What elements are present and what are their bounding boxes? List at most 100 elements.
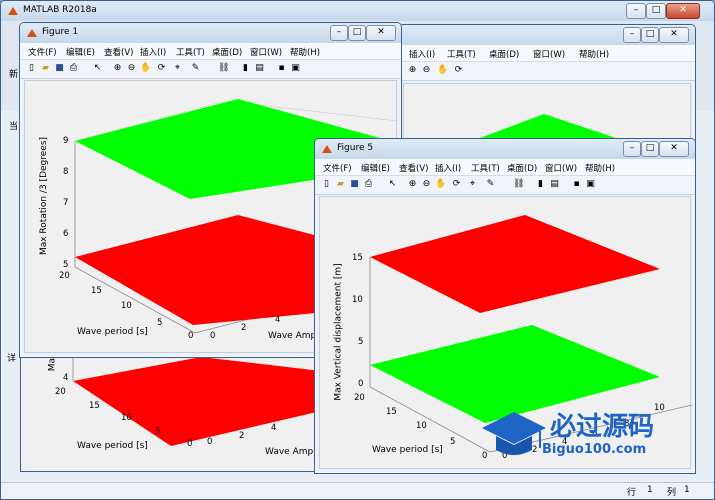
back-rotate-icon[interactable]: ⟳ <box>453 65 464 76</box>
figure1-close-button[interactable]: ✕ <box>366 25 396 41</box>
figure5-hide-tools-icon[interactable]: ▪ <box>571 179 582 190</box>
figure1-maximize-button[interactable]: □ <box>348 25 366 41</box>
figure1-title-bar: Figure 1 – □ ✕ <box>20 23 401 43</box>
figure5-menu-insert[interactable]: 插入(I) <box>435 162 461 174</box>
figure5-colorbar-icon[interactable]: ▮ <box>535 179 546 190</box>
figure1-save-icon[interactable]: ■ <box>54 63 65 74</box>
figure1-zoom-in-icon[interactable]: ⊕ <box>112 63 123 74</box>
figure5-menu-bar: 文件(F) 编辑(E) 查看(V) 插入(I) 工具(T) 桌面(D) 窗口(W… <box>315 159 695 176</box>
back-zoom-out-icon[interactable]: ⊖ <box>421 65 432 76</box>
figure1-minimize-button[interactable]: – <box>330 25 348 41</box>
back-minimize-button[interactable]: – <box>623 27 641 43</box>
figure5-pan-icon[interactable]: ✋ <box>435 179 446 190</box>
figure5-pointer-icon[interactable]: ↖ <box>387 179 398 190</box>
figure5-brush-icon[interactable]: ✎ <box>485 179 496 190</box>
figure-back-right-window: – □ ✕ 插入(I) 工具(T) 桌面(D) 窗口(W) 帮助(H) ⊕ ⊖ … <box>398 24 696 144</box>
figure1-print-icon[interactable]: ⎙ <box>68 63 79 74</box>
figure1-matlab-icon <box>26 27 38 39</box>
matlab-logo-icon <box>7 5 19 17</box>
figure-back-lower-window: 4 Max 20 15 10 5 0 Wave period [s] 0 2 4… <box>20 350 322 472</box>
figure5-ytick-5: 5 <box>358 337 364 347</box>
figure1-xtick-10: 10 <box>121 301 132 311</box>
figure1-linkplot-icon[interactable]: ⛓ <box>218 63 229 74</box>
figure1-menu-view[interactable]: 查看(V) <box>104 46 133 58</box>
figure5-close-button[interactable]: ✕ <box>659 141 689 157</box>
left-label-new: 新 <box>9 70 19 80</box>
figure5-menu-desktop[interactable]: 桌面(D) <box>507 162 537 174</box>
figure1-zlabel: Wave Ampl <box>268 331 319 341</box>
back-menu-desktop[interactable]: 桌面(D) <box>489 48 519 60</box>
main-minimize-button[interactable]: – <box>626 3 646 19</box>
figure1-ztick-2: 2 <box>241 323 247 333</box>
figure1-xtick-20: 20 <box>59 271 70 281</box>
figure1-zoom-out-icon[interactable]: ⊖ <box>126 63 137 74</box>
watermark-url: Biguo100.com <box>542 442 647 457</box>
figure1-rotate-icon[interactable]: ⟳ <box>156 63 167 74</box>
figure1-menu-tools[interactable]: 工具(T) <box>176 46 205 58</box>
main-close-button[interactable]: ✕ <box>666 3 700 19</box>
back-lower-canvas: 4 Max 20 15 10 5 0 Wave period [s] 0 2 4… <box>21 351 321 471</box>
figure1-show-tools-icon[interactable]: ▣ <box>290 63 301 74</box>
figure5-new-icon[interactable]: ▯ <box>321 179 332 190</box>
figure1-brush-icon[interactable]: ✎ <box>190 63 201 74</box>
main-maximize-button[interactable]: □ <box>646 3 666 19</box>
figure5-zoom-in-icon[interactable]: ⊕ <box>407 179 418 190</box>
figure1-xlabel: Wave period [s] <box>77 327 148 337</box>
figure5-menu-tools[interactable]: 工具(T) <box>471 162 500 174</box>
figure1-menu-insert[interactable]: 插入(I) <box>140 46 166 58</box>
figure5-legend-icon[interactable]: ▤ <box>549 179 560 190</box>
back-pan-icon[interactable]: ✋ <box>437 65 448 76</box>
figure1-menu-window[interactable]: 窗口(W) <box>250 46 282 58</box>
figure5-linkplot-icon[interactable]: ⛓ <box>513 179 524 190</box>
figure1-ytick-8: 8 <box>63 167 69 177</box>
back-menu-tools[interactable]: 工具(T) <box>447 48 476 60</box>
figure1-pointer-icon[interactable]: ↖ <box>92 63 103 74</box>
back-right-surface <box>466 114 631 143</box>
figure1-colorbar-icon[interactable]: ▮ <box>240 63 251 74</box>
figure5-print-icon[interactable]: ⎙ <box>363 179 374 190</box>
figure5-matlab-icon <box>321 143 333 155</box>
figure5-show-tools-icon[interactable]: ▣ <box>585 179 596 190</box>
figure1-menu-edit[interactable]: 编辑(E) <box>66 46 95 58</box>
back-menu-help[interactable]: 帮助(H) <box>579 48 609 60</box>
figure5-menu-window[interactable]: 窗口(W) <box>545 162 577 174</box>
figure1-new-icon[interactable]: ▯ <box>26 63 37 74</box>
figure1-datacursor-icon[interactable]: ⌖ <box>172 63 183 74</box>
figure5-save-icon[interactable]: ■ <box>349 179 360 190</box>
figure1-pan-icon[interactable]: ✋ <box>140 63 151 74</box>
back-close-button[interactable]: ✕ <box>659 27 689 43</box>
figure1-legend-icon[interactable]: ▤ <box>254 63 265 74</box>
figure1-menu-help[interactable]: 帮助(H) <box>290 46 320 58</box>
figure1-ytick-7: 7 <box>63 198 69 208</box>
back-xtick-0: 20 <box>55 387 66 397</box>
figure5-datacursor-icon[interactable]: ⌖ <box>467 179 478 190</box>
figure5-ylabel: Max Vertical displacement [m] <box>333 263 344 401</box>
back-menu-insert[interactable]: 插入(I) <box>409 48 435 60</box>
figure5-open-icon[interactable]: ▰ <box>335 179 346 190</box>
figure5-xtick-10: 10 <box>416 421 427 431</box>
figure5-ytick-10: 10 <box>352 295 363 305</box>
back-maximize-button[interactable]: □ <box>641 27 659 43</box>
figure5-menu-help[interactable]: 帮助(H) <box>585 162 615 174</box>
back-zoom-in-icon[interactable]: ⊕ <box>407 65 418 76</box>
figure1-open-icon[interactable]: ▰ <box>40 63 51 74</box>
figure1-menu-file[interactable]: 文件(F) <box>28 46 57 58</box>
main-title-bar: MATLAB R2018a – □ ✕ <box>1 1 714 21</box>
figure5-minimize-button[interactable]: – <box>623 141 641 157</box>
figure5-red-surface <box>370 215 660 313</box>
figure1-ztick-0: 0 <box>210 331 216 341</box>
back-menu-window[interactable]: 窗口(W) <box>533 48 565 60</box>
status-col-label: 列 <box>667 488 677 498</box>
figure1-hide-tools-icon[interactable]: ▪ <box>276 63 287 74</box>
figure5-rotate-icon[interactable]: ⟳ <box>451 179 462 190</box>
figure5-menu-view[interactable]: 查看(V) <box>399 162 428 174</box>
figure5-menu-file[interactable]: 文件(F) <box>323 162 352 174</box>
figure1-xtick-5: 5 <box>157 318 163 328</box>
figure5-zoom-out-icon[interactable]: ⊖ <box>421 179 432 190</box>
figure5-xtick-20: 20 <box>354 393 365 403</box>
figure5-menu-edit[interactable]: 编辑(E) <box>361 162 390 174</box>
watermark-logo: 必过源码 Biguo100.com <box>478 404 688 466</box>
figure1-ytick-9: 9 <box>63 136 69 146</box>
figure1-menu-desktop[interactable]: 桌面(D) <box>212 46 242 58</box>
figure5-maximize-button[interactable]: □ <box>641 141 659 157</box>
